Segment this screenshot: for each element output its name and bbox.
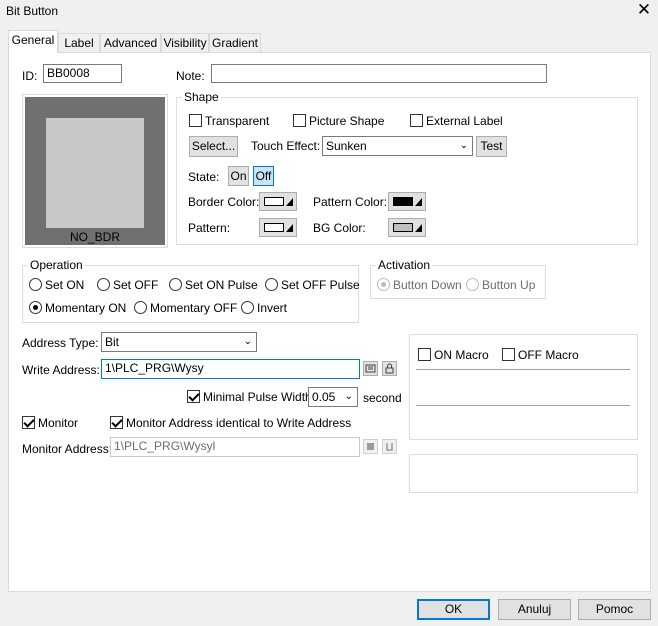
- id-label: ID:: [22, 69, 38, 83]
- off-macro-checkbox[interactable]: [502, 348, 515, 361]
- touch-effect-label: Touch Effect:: [251, 139, 321, 153]
- radio-button-down[interactable]: [377, 278, 390, 291]
- radio-set-off-pulse[interactable]: [265, 278, 278, 291]
- help-button[interactable]: Pomoc: [578, 599, 651, 620]
- pattern-picker[interactable]: [259, 218, 297, 237]
- picture-shape-label: Picture Shape: [309, 114, 385, 128]
- address-type-label: Address Type:: [22, 336, 99, 350]
- chevron-down-icon: ⌄: [243, 336, 252, 347]
- pattern-color-label: Pattern Color:: [313, 195, 388, 209]
- address-type-select[interactable]: Bit ⌄: [101, 332, 257, 352]
- lock-icon[interactable]: [382, 439, 397, 454]
- monitor-address-field[interactable]: 1\PLC_PRG\Wysyl: [110, 437, 360, 457]
- monitor-label: Monitor: [38, 416, 79, 430]
- on-macro-checkbox[interactable]: [418, 348, 431, 361]
- picture-shape-checkbox[interactable]: [293, 114, 306, 127]
- radio-set-on-pulse-label: Set ON Pulse: [185, 278, 258, 292]
- tab-advanced[interactable]: Advanced: [100, 33, 161, 52]
- radio-set-on-pulse[interactable]: [169, 278, 182, 291]
- transparent-checkbox[interactable]: [189, 114, 202, 127]
- state-label: State:: [188, 170, 220, 184]
- tab-visibility[interactable]: Visibility: [161, 33, 209, 52]
- radio-invert-label: Invert: [257, 301, 288, 315]
- cancel-button[interactable]: Anuluj: [498, 599, 571, 620]
- state-off-button[interactable]: Off: [253, 166, 274, 186]
- lock-icon[interactable]: [382, 361, 397, 376]
- off-macro-label: OFF Macro: [518, 348, 579, 362]
- macro-divider: [416, 405, 630, 406]
- chevron-down-icon: ⌄: [459, 140, 468, 151]
- dropdown-triangle-icon: [286, 224, 293, 232]
- state-on-button[interactable]: On: [228, 166, 249, 186]
- preview-label: NO_BDR: [69, 230, 120, 244]
- border-color-picker[interactable]: [259, 192, 297, 211]
- transparent-label: Transparent: [205, 114, 270, 128]
- touch-effect-select[interactable]: Sunken ⌄: [322, 136, 473, 156]
- monitor-address-label: Monitor Address:: [22, 442, 113, 456]
- radio-set-off[interactable]: [97, 278, 110, 291]
- select-shape-button[interactable]: Select...: [189, 136, 238, 157]
- macro-divider: [416, 369, 630, 370]
- bg-color-label: BG Color:: [313, 221, 366, 235]
- preview-frame: NO_BDR: [22, 94, 168, 248]
- external-label-label: External Label: [426, 114, 503, 128]
- monitor-identical-checkbox[interactable]: [110, 416, 123, 429]
- operation-group-label: Operation: [28, 258, 85, 272]
- pattern-color-swatch: [393, 197, 413, 206]
- radio-momentary-on-label: Momentary ON: [45, 301, 127, 315]
- activation-group-label: Activation: [376, 258, 433, 272]
- radio-momentary-off[interactable]: [134, 301, 147, 314]
- note-field[interactable]: [211, 64, 547, 83]
- note-label: Note:: [176, 69, 205, 83]
- border-color-label: Border Color:: [188, 195, 260, 209]
- write-address-label: Write Address:: [22, 363, 100, 377]
- touch-effect-value: Sunken: [326, 139, 367, 153]
- info-box: [409, 454, 638, 493]
- dropdown-triangle-icon: [415, 198, 422, 206]
- radio-set-on-label: Set ON: [45, 278, 85, 292]
- preview-face: [46, 118, 144, 228]
- dropdown-triangle-icon: [415, 224, 422, 232]
- tab-gradient[interactable]: Gradient: [209, 33, 261, 52]
- keyboard-icon[interactable]: [363, 361, 378, 376]
- radio-invert[interactable]: [241, 301, 254, 314]
- radio-set-off-label: Set OFF: [113, 278, 159, 292]
- id-field[interactable]: BB0008: [43, 64, 122, 83]
- pattern-label: Pattern:: [188, 221, 231, 235]
- close-icon[interactable]: ✕: [634, 0, 654, 20]
- radio-set-on[interactable]: [29, 278, 42, 291]
- on-macro-label: ON Macro: [434, 348, 489, 362]
- radio-momentary-off-label: Momentary OFF: [150, 301, 238, 315]
- minimal-pulse-value: 0.05: [312, 390, 336, 404]
- write-address-field[interactable]: 1\PLC_PRG\Wysy: [101, 359, 360, 379]
- window-title: Bit Button: [6, 4, 59, 18]
- dropdown-triangle-icon: [286, 198, 293, 206]
- tab-general[interactable]: General: [8, 30, 58, 53]
- preview-button: NO_BDR: [25, 97, 165, 245]
- radio-set-off-pulse-label: Set OFF Pulse: [281, 278, 360, 292]
- radio-button-up[interactable]: [466, 278, 479, 291]
- minimal-pulse-select[interactable]: 0.05 ⌄: [308, 387, 358, 407]
- radio-button-up-label: Button Up: [482, 278, 536, 292]
- pattern-swatch: [264, 223, 284, 232]
- monitor-checkbox[interactable]: [22, 416, 35, 429]
- radio-button-down-label: Button Down: [393, 278, 462, 292]
- minimal-pulse-label: Minimal Pulse Width: [203, 390, 312, 404]
- ok-button[interactable]: OK: [417, 599, 490, 620]
- bg-color-picker[interactable]: [388, 218, 426, 237]
- address-type-value: Bit: [105, 335, 120, 349]
- chevron-down-icon: ⌄: [344, 391, 353, 402]
- keyboard-icon[interactable]: [363, 439, 378, 454]
- test-button[interactable]: Test: [476, 136, 507, 157]
- bg-color-swatch: [393, 223, 413, 232]
- monitor-identical-label: Monitor Address identical to Write Addre…: [126, 416, 352, 430]
- radio-momentary-on[interactable]: [29, 301, 42, 314]
- pattern-color-picker[interactable]: [388, 192, 426, 211]
- second-label: second: [363, 391, 402, 405]
- external-label-checkbox[interactable]: [410, 114, 423, 127]
- border-color-swatch: [264, 197, 284, 206]
- shape-group-label: Shape: [182, 90, 221, 104]
- minimal-pulse-checkbox[interactable]: [187, 390, 200, 403]
- tab-label[interactable]: Label: [58, 33, 100, 52]
